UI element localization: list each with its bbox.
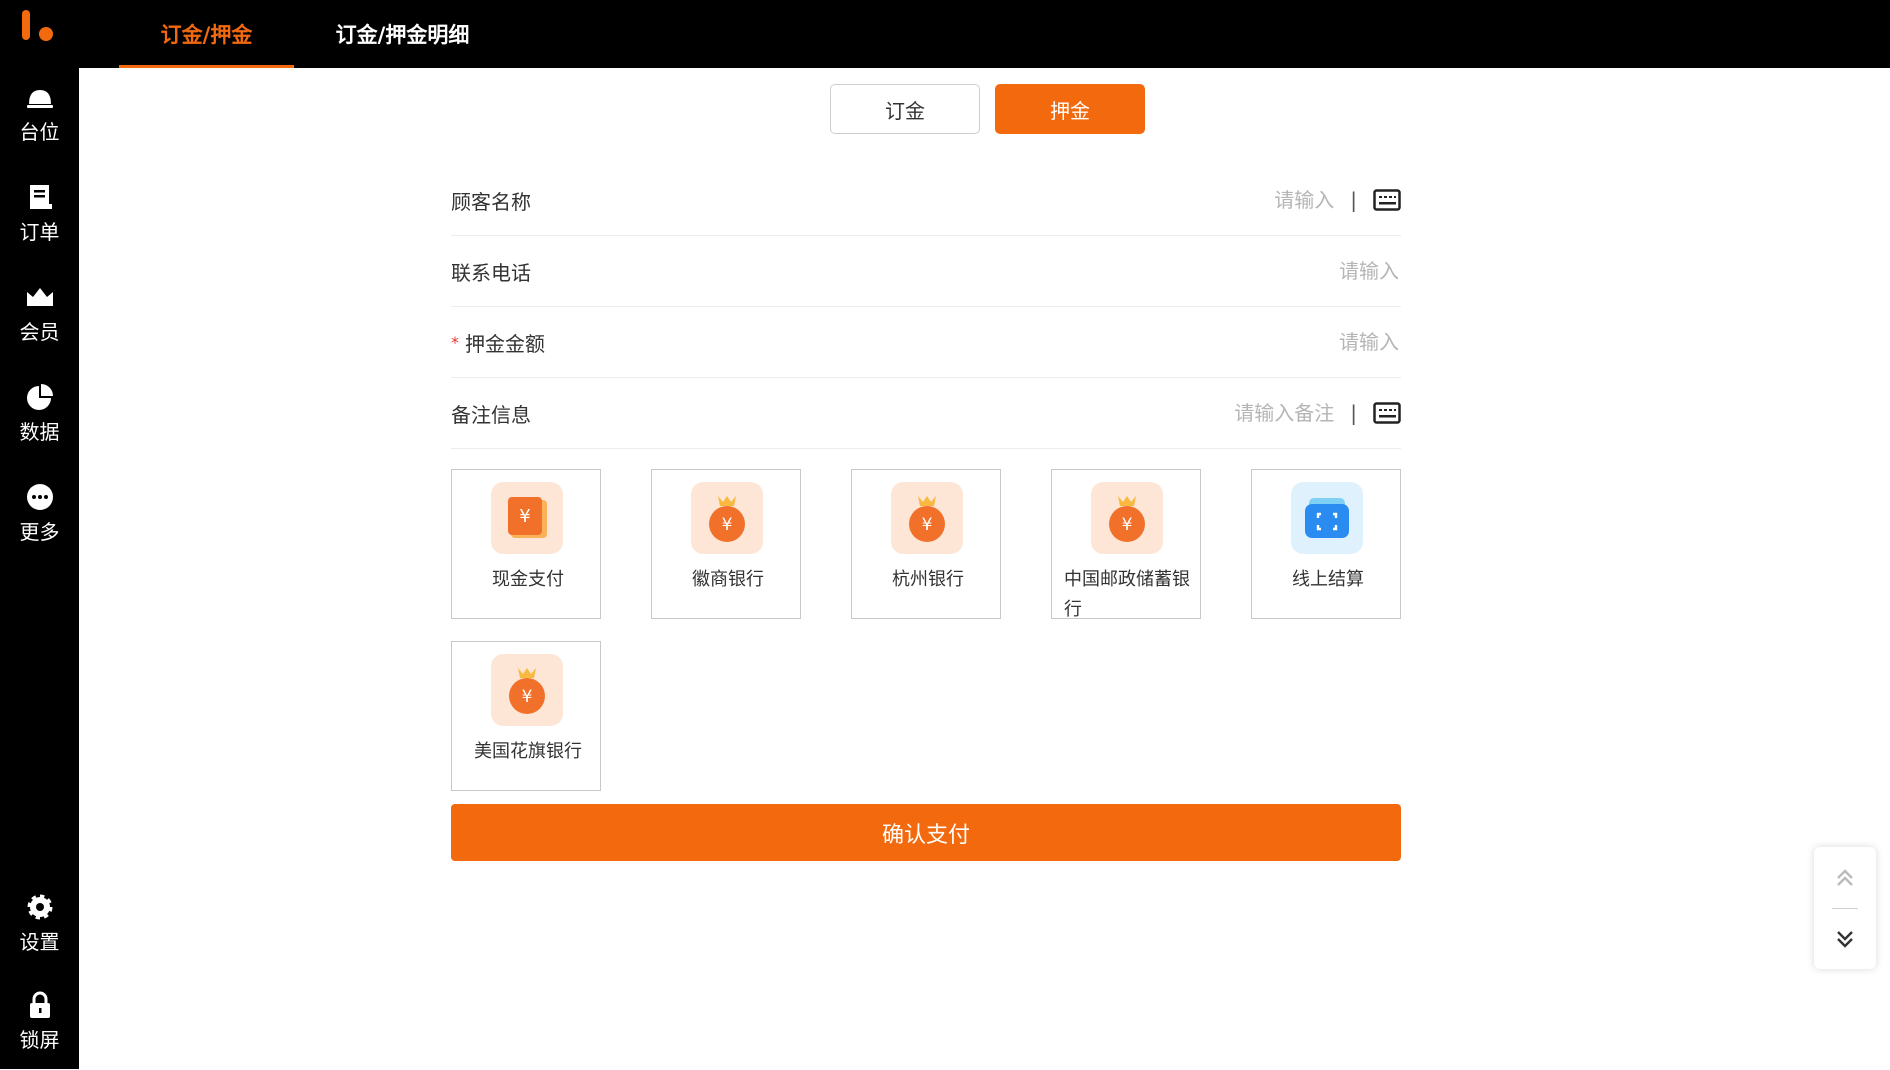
phone-row: 联系电话 <box>451 236 1401 307</box>
required-mark: * <box>451 332 459 352</box>
sidebar-item-lock[interactable]: 锁屏 <box>0 990 79 1070</box>
payment-label: 中国邮政储蓄银行 <box>1064 569 1190 620</box>
payment-label: 杭州银行 <box>892 569 964 590</box>
deposit-amount-label-wrap: * 押金金额 <box>451 328 545 357</box>
remark-row: 备注信息 | <box>451 378 1401 449</box>
keyboard-icon[interactable] <box>1373 189 1401 211</box>
svg-text:¥: ¥ <box>519 506 530 527</box>
more-icon <box>26 484 53 510</box>
deposit-amount-label: 押金金额 <box>465 331 545 356</box>
deposit-form: 顾客名称 | 联系电话 * 押金金额 备注信息 <box>451 165 1401 449</box>
gear-icon <box>27 894 52 920</box>
segment-label: 押金 <box>1050 98 1090 123</box>
customer-name-row: 顾客名称 | <box>451 165 1401 236</box>
payment-option-cash[interactable]: ¥ 现金支付 <box>451 469 601 619</box>
sidebar-item-label: 会员 <box>19 320 60 344</box>
svg-text:¥: ¥ <box>922 515 933 535</box>
separator: | <box>1350 401 1357 425</box>
sidebar-item-table[interactable]: 台位 <box>0 82 79 162</box>
payment-option-citibank[interactable]: ¥ 美国花旗银行 <box>451 641 601 791</box>
separator: | <box>1350 188 1357 212</box>
sidebar-item-members[interactable]: 会员 <box>0 282 79 362</box>
sidebar-item-data[interactable]: 数据 <box>0 382 79 462</box>
svg-text:¥: ¥ <box>522 687 533 707</box>
bell-icon <box>26 90 53 108</box>
confirm-payment-button[interactable]: 确认支付 <box>451 804 1401 861</box>
segment-earnest[interactable]: 订金 <box>830 84 980 134</box>
scroll-control <box>1814 847 1876 969</box>
tab-label: 订金/押金明细 <box>335 23 470 47</box>
money-bag-icon: ¥ <box>691 482 763 554</box>
remark-input[interactable] <box>912 400 1337 426</box>
sidebar-item-settings[interactable]: 设置 <box>0 892 79 972</box>
phone-label: 联系电话 <box>451 260 531 285</box>
brand-logo-icon <box>22 10 53 41</box>
payment-option-online-settlement[interactable]: 线上结算 <box>1251 469 1401 619</box>
lock-icon <box>29 991 50 1018</box>
money-bag-icon: ¥ <box>491 654 563 726</box>
sidebar: 台位 订单 会员 数据 更多 设置 锁屏 <box>0 0 79 1069</box>
tab-label: 订金/押金 <box>160 23 253 47</box>
double-chevron-down-icon[interactable] <box>1830 924 1860 954</box>
sidebar-item-label: 数据 <box>19 420 60 444</box>
confirm-label: 确认支付 <box>881 822 970 848</box>
svg-text:¥: ¥ <box>722 515 733 535</box>
pie-chart-icon <box>26 384 53 410</box>
crown-icon <box>26 288 53 306</box>
money-bag-icon: ¥ <box>1091 482 1163 554</box>
payment-option-huishang-bank[interactable]: ¥ 徽商银行 <box>651 469 801 619</box>
sidebar-item-label: 设置 <box>19 930 60 954</box>
double-chevron-up-icon[interactable] <box>1830 863 1860 893</box>
segment-label: 订金 <box>885 98 925 123</box>
remark-label: 备注信息 <box>451 402 531 427</box>
deposit-amount-row: * 押金金额 <box>451 307 1401 378</box>
payment-label: 现金支付 <box>492 569 564 590</box>
payment-option-postal-savings-bank[interactable]: ¥ 中国邮政储蓄银行 <box>1051 469 1201 620</box>
sidebar-item-label: 订单 <box>19 220 60 244</box>
segment-deposit[interactable]: 押金 <box>995 84 1145 134</box>
scan-wallet-icon <box>1291 482 1363 554</box>
keyboard-icon[interactable] <box>1373 402 1401 424</box>
tab-deposit-details[interactable]: 订金/押金明细 <box>315 0 490 68</box>
payment-option-hangzhou-bank[interactable]: ¥ 杭州银行 <box>851 469 1001 619</box>
order-icon <box>29 185 52 209</box>
deposit-amount-input[interactable] <box>977 329 1401 355</box>
svg-text:¥: ¥ <box>1122 515 1133 535</box>
sidebar-item-orders[interactable]: 订单 <box>0 182 79 262</box>
payment-label: 徽商银行 <box>692 569 764 590</box>
tab-deposit[interactable]: 订金/押金 <box>119 0 294 68</box>
payment-label: 美国花旗银行 <box>474 741 582 762</box>
divider <box>1832 908 1858 909</box>
customer-name-label: 顾客名称 <box>451 189 531 214</box>
phone-input[interactable] <box>977 258 1401 284</box>
top-bar: 订金/押金 订金/押金明细 <box>79 0 1890 68</box>
sidebar-item-more[interactable]: 更多 <box>0 482 79 562</box>
cash-icon: ¥ <box>491 482 563 554</box>
sidebar-item-label: 更多 <box>19 520 60 544</box>
payment-label: 线上结算 <box>1292 569 1364 590</box>
sidebar-item-label: 台位 <box>19 120 60 144</box>
sidebar-item-label: 锁屏 <box>19 1028 60 1052</box>
customer-name-input[interactable] <box>912 187 1337 213</box>
money-bag-icon: ¥ <box>891 482 963 554</box>
